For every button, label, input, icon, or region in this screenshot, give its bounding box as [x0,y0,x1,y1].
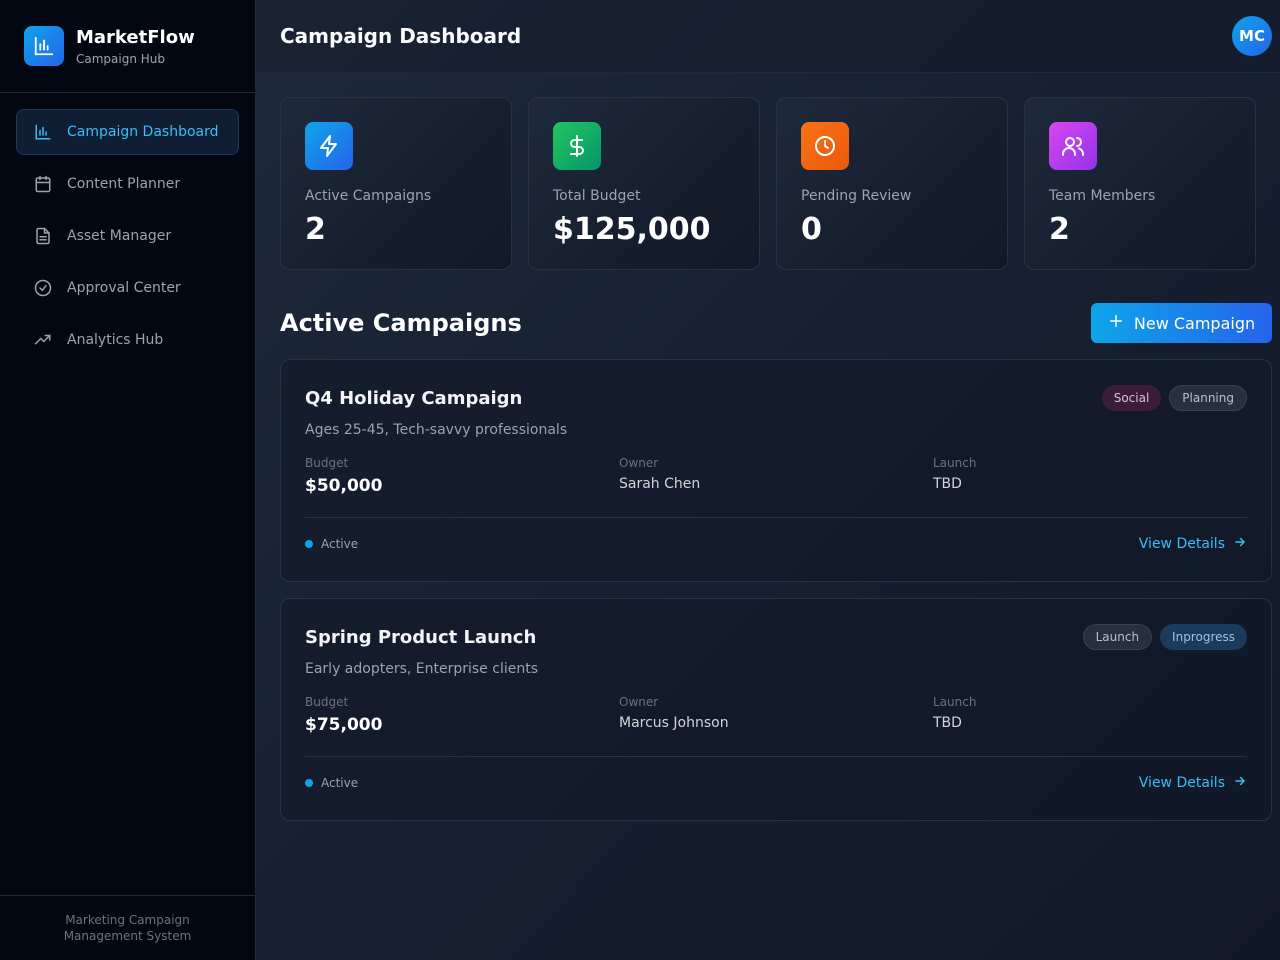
campaign-card[interactable]: Q4 Holiday Campaign Social Planning Ages… [280,359,1272,582]
campaign-list: Q4 Holiday Campaign Social Planning Ages… [280,359,1272,821]
sidebar-item-campaign-dashboard[interactable]: Campaign Dashboard [16,109,239,155]
sidebar-item-approval-center[interactable]: Approval Center [16,265,239,311]
arrow-right-icon [1233,535,1247,553]
view-details-label: View Details [1138,775,1225,791]
campaign-audience: Early adopters, Enterprise clients [305,661,538,677]
sidebar-footer: Marketing Campaign Management System [0,895,255,960]
lightning-icon [305,122,353,170]
plus-icon [1108,313,1124,333]
clock-icon [801,122,849,170]
sidebar-item-content-planner[interactable]: Content Planner [16,161,239,207]
status-text: Active [321,776,359,790]
campaign-status-tag: Inprogress [1160,624,1247,650]
avatar[interactable]: MC [1232,16,1272,56]
campaign-status: Active [305,537,358,551]
sidebar-item-asset-manager[interactable]: Asset Manager [16,213,239,259]
budget-value: $75,000 [305,715,383,735]
budget-label: Budget [305,456,349,470]
status-text: Active [321,537,359,551]
stat-card-active-campaigns: Active Campaigns 2 [280,97,512,270]
sidebar-item-label: Asset Manager [67,228,172,244]
brand: MarketFlow Campaign Hub [0,0,255,93]
bar-chart-icon [33,122,53,142]
owner-value: Sarah Chen [619,476,701,492]
content: Active Campaigns 2 Total Budget $125,000 [256,73,1280,845]
campaign-status: Active [305,776,358,790]
owner-label: Owner [619,456,659,470]
brand-name: MarketFlow [76,26,195,48]
status-dot [305,540,313,548]
stat-card-team-members: Team Members 2 [1024,97,1256,270]
stat-value: $125,000 [553,212,711,247]
stat-label: Team Members [1049,188,1156,204]
trending-up-icon [33,330,53,350]
dollar-icon [553,122,601,170]
view-details-link[interactable]: View Details [1139,774,1247,792]
page-title: Campaign Dashboard [280,24,522,48]
budget-label: Budget [305,695,349,709]
check-circle-icon [33,278,53,298]
main-area: Campaign Dashboard MC Active Campaigns 2 [256,0,1280,960]
campaign-channel-tag: Launch [1082,624,1153,650]
view-details-label: View Details [1138,536,1225,552]
stat-label: Pending Review [801,188,912,204]
stat-value: 2 [1049,212,1070,247]
launch-value: TBD [933,715,962,731]
sidebar: MarketFlow Campaign Hub Campaign Dashboa… [0,0,256,960]
bar-chart-icon [24,26,64,66]
owner-label: Owner [619,695,659,709]
document-icon [33,226,53,246]
new-campaign-label: New Campaign [1133,313,1256,333]
owner-value: Marcus Johnson [619,715,729,731]
new-campaign-button[interactable]: New Campaign [1091,303,1272,343]
users-icon [1049,122,1097,170]
campaign-card[interactable]: Spring Product Launch Launch Inprogress … [280,598,1272,821]
launch-label: Launch [933,695,977,709]
status-dot [305,779,313,787]
sidebar-nav: Campaign Dashboard Content Planner Asset… [0,93,255,379]
header: Campaign Dashboard MC [256,0,1280,73]
brand-subtitle: Campaign Hub [76,51,166,66]
stat-label: Total Budget [553,188,641,204]
sidebar-item-label: Analytics Hub [67,332,164,348]
stat-card-pending-review: Pending Review 0 [776,97,1008,270]
stats-row: Active Campaigns 2 Total Budget $125,000 [280,97,1272,270]
stat-card-total-budget: Total Budget $125,000 [528,97,760,270]
stat-label: Active Campaigns [305,188,432,204]
app-root: MarketFlow Campaign Hub Campaign Dashboa… [0,0,1280,960]
stat-value: 2 [305,212,326,247]
budget-value: $50,000 [305,476,383,496]
sidebar-item-label: Approval Center [67,280,181,296]
campaign-channel-tag: Social [1101,385,1162,411]
section-title: Active Campaigns [280,309,522,337]
calendar-icon [33,174,53,194]
sidebar-item-analytics-hub[interactable]: Analytics Hub [16,317,239,363]
stat-value: 0 [801,212,822,247]
launch-value: TBD [933,476,962,492]
sidebar-item-label: Campaign Dashboard [67,124,219,140]
campaign-title: Q4 Holiday Campaign [305,387,523,409]
campaigns-section-header: Active Campaigns New Campaign [280,303,1272,343]
arrow-right-icon [1233,774,1247,792]
view-details-link[interactable]: View Details [1139,535,1247,553]
launch-label: Launch [933,456,977,470]
campaign-title: Spring Product Launch [305,626,537,648]
sidebar-item-label: Content Planner [67,176,181,192]
campaign-status-tag: Planning [1169,385,1247,411]
campaign-audience: Ages 25-45, Tech-savvy professionals [305,422,568,438]
